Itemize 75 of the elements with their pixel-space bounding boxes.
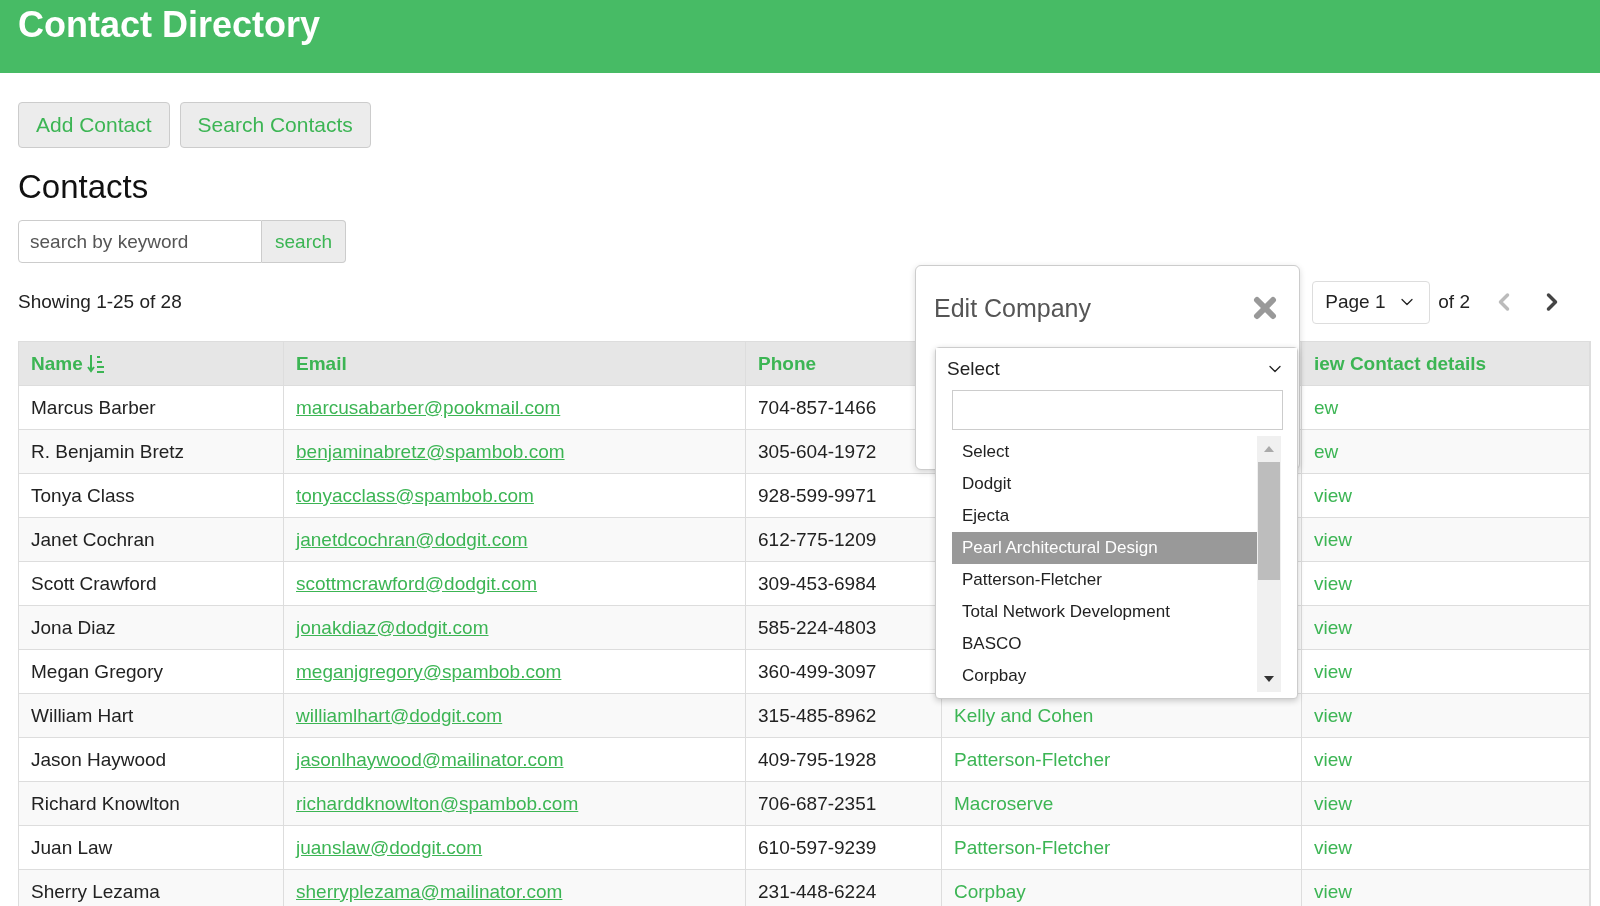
contact-name: Jason Haywood xyxy=(31,748,167,771)
action-button[interactable]: Search Contacts xyxy=(179,102,371,148)
search-field[interactable]: search by keyword xyxy=(18,220,262,263)
email-link[interactable]: marcusabarber@pookmail.com xyxy=(296,396,561,419)
column-header[interactable]: iew Contact details xyxy=(1314,352,1487,375)
dropdown-option[interactable]: Pearl Architectural Design xyxy=(952,532,1257,564)
table-header-cell[interactable]: Name xyxy=(19,342,284,385)
phone-number: 706-687-2351 xyxy=(758,792,877,815)
company-link[interactable]: Macroserve xyxy=(954,792,1054,815)
company-link[interactable]: Patterson-Fletcher xyxy=(954,836,1111,859)
view-link[interactable]: view xyxy=(1314,836,1352,859)
phone-number: 928-599-9971 xyxy=(758,484,877,507)
email-link[interactable]: janetdcochran@dodgit.com xyxy=(296,528,528,551)
phone-number: 305-604-1972 xyxy=(758,440,877,463)
view-link[interactable]: view xyxy=(1314,792,1352,815)
email-link[interactable]: sherryplezama@mailinator.com xyxy=(296,880,563,903)
table-header-cell[interactable]: iew Contact details xyxy=(1302,342,1590,385)
contact-name: William Hart xyxy=(31,704,134,727)
email-link[interactable]: juanslaw@dodgit.com xyxy=(296,836,483,859)
phone-number: 704-857-1466 xyxy=(758,396,877,419)
phone-number: 309-453-6984 xyxy=(758,572,877,595)
contact-name: Jona Diaz xyxy=(31,616,116,639)
email-link[interactable]: benjaminabretz@spambob.com xyxy=(296,440,565,463)
phone-number: 315-485-8962 xyxy=(758,704,877,727)
view-link[interactable]: ew xyxy=(1314,396,1339,419)
email-link[interactable]: jasonlhaywood@mailinator.com xyxy=(296,748,564,771)
column-header[interactable]: Name xyxy=(31,352,83,375)
contact-name: Janet Cochran xyxy=(31,528,155,551)
email-link[interactable]: jonakdiaz@dodgit.com xyxy=(296,616,489,639)
column-header[interactable]: Email xyxy=(296,352,347,375)
phone-number: 360-499-3097 xyxy=(758,660,877,683)
phone-number: 585-224-4803 xyxy=(758,616,877,639)
dialog-title: Edit Company xyxy=(934,293,1092,323)
action-button[interactable]: Add Contact xyxy=(18,102,170,148)
email-link[interactable]: meganjgregory@spambob.com xyxy=(296,660,562,683)
search-button[interactable]: search xyxy=(262,220,347,263)
contact-name: Marcus Barber xyxy=(31,396,156,419)
app-title: Contact Directory xyxy=(18,4,321,46)
page-total: of 2 xyxy=(1438,291,1470,313)
email-link[interactable]: richarddknowlton@spambob.com xyxy=(296,792,579,815)
view-link[interactable]: view xyxy=(1314,616,1352,639)
company-link[interactable]: Patterson-Fletcher xyxy=(954,748,1111,771)
contact-name: Sherry Lezama xyxy=(31,880,160,903)
company-link[interactable]: Corpbay xyxy=(954,880,1026,903)
view-link[interactable]: view xyxy=(1314,528,1352,551)
sort-icon xyxy=(86,353,105,374)
contact-name: Scott Crawford xyxy=(31,572,157,595)
email-link[interactable]: tonyacclass@spambob.com xyxy=(296,484,534,507)
view-link[interactable]: view xyxy=(1314,880,1352,903)
contact-name: Megan Gregory xyxy=(31,660,163,683)
view-link[interactable]: view xyxy=(1314,704,1352,727)
table-header-cell[interactable]: Email xyxy=(284,342,746,385)
phone-number: 231-448-6224 xyxy=(758,880,877,903)
view-link[interactable]: ew xyxy=(1314,440,1339,463)
view-link[interactable]: view xyxy=(1314,572,1352,595)
section-title: Contacts xyxy=(18,168,150,206)
phone-number: 610-597-9239 xyxy=(758,836,877,859)
email-link[interactable]: williamlhart@dodgit.com xyxy=(296,704,503,727)
contact-name: Richard Knowlton xyxy=(31,792,180,815)
email-link[interactable]: scottmcrawford@dodgit.com xyxy=(296,572,538,595)
phone-number: 612-775-1209 xyxy=(758,528,877,551)
page-select[interactable]: Page 1 xyxy=(1312,280,1431,324)
contact-name: R. Benjamin Bretz xyxy=(31,440,185,463)
dropdown-search-field[interactable] xyxy=(952,390,1283,430)
column-header[interactable]: Phone xyxy=(758,352,817,375)
view-link[interactable]: view xyxy=(1314,484,1352,507)
contact-name: Juan Law xyxy=(31,836,113,859)
phone-number: 409-795-1928 xyxy=(758,748,877,771)
results-summary: Showing 1-25 of 28 xyxy=(18,291,182,313)
company-select[interactable]: Select xyxy=(936,348,1297,390)
scrollbar[interactable] xyxy=(1257,436,1281,692)
company-link[interactable]: Kelly and Cohen xyxy=(954,704,1094,727)
view-link[interactable]: view xyxy=(1314,748,1352,771)
view-link[interactable]: view xyxy=(1314,660,1352,683)
contact-name: Tonya Class xyxy=(31,484,135,507)
